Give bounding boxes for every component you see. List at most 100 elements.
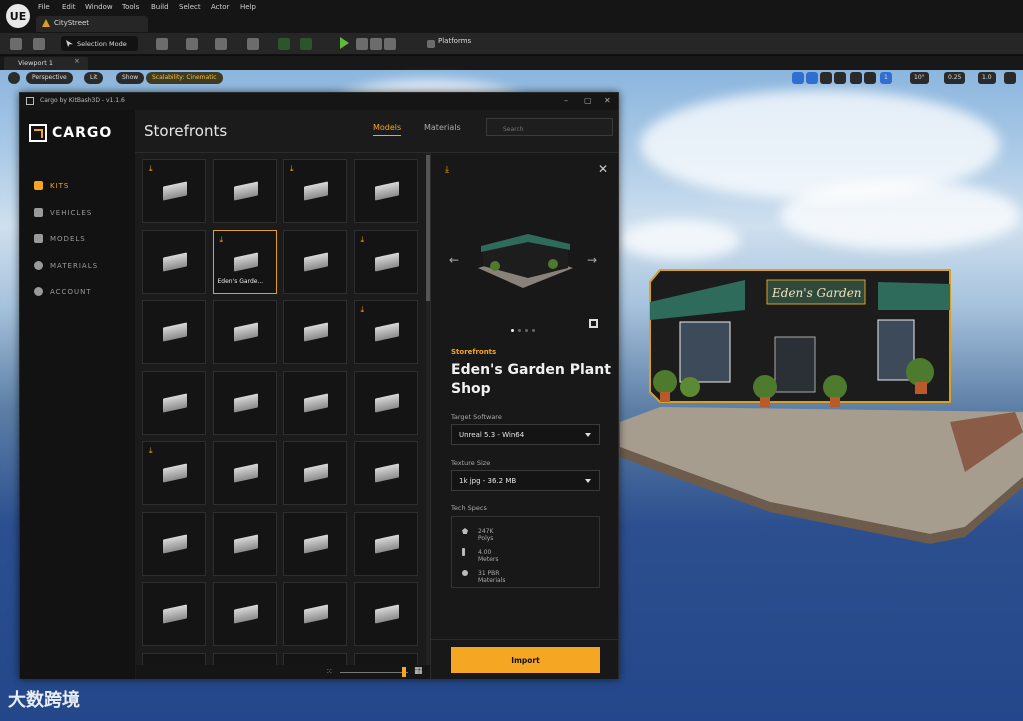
carousel-next-icon[interactable]: → [587,253,597,267]
detail-close-icon[interactable]: ✕ [598,162,608,176]
level-tab[interactable]: CityStreet [36,16,148,32]
menu-window[interactable]: Window [85,3,113,11]
scalability-button[interactable]: Scalability: Cinematic [146,72,223,84]
kit-tile[interactable] [142,511,206,576]
slider-handle[interactable] [402,667,406,677]
fullscreen-icon[interactable] [589,319,598,328]
skip-icon[interactable] [356,38,368,50]
small-grid-icon[interactable]: ⁙ [326,667,333,676]
close-icon[interactable]: × [74,57,80,65]
modes-icon[interactable] [247,38,259,50]
tab-models[interactable]: Models [373,123,402,136]
kit-tile[interactable] [283,652,347,665]
surface-snap-icon[interactable] [864,72,876,84]
thumbnail-size-slider[interactable] [340,672,408,673]
minimize-icon[interactable]: – [564,96,568,105]
tab-materials[interactable]: Materials [424,123,461,132]
menu-actor[interactable]: Actor [211,3,229,11]
menu-file[interactable]: File [38,3,50,11]
kit-tile[interactable] [353,370,418,435]
kit-tile[interactable]: ⤓ [142,159,206,223]
play-icon[interactable] [340,37,349,49]
kit-tile[interactable] [353,441,418,505]
kit-tile[interactable] [142,582,206,646]
kit-tile[interactable] [212,300,277,364]
kit-tile[interactable] [142,229,206,294]
import-button[interactable]: Import [451,647,600,673]
window-close-icon[interactable]: ✕ [604,96,611,105]
kit-tile[interactable] [353,159,418,223]
rotate-tool-icon[interactable] [820,72,832,84]
kit-tile[interactable] [283,300,347,364]
mesh-icon[interactable] [278,38,290,50]
kit-tile[interactable] [353,652,418,665]
camera-speed-value[interactable]: 1.0 [978,72,996,84]
download-icon[interactable]: ⤓ [445,165,449,175]
hamburger-icon[interactable] [8,72,20,84]
kit-tile[interactable] [283,511,347,576]
perspective-button[interactable]: Perspective [26,72,73,84]
kit-tile[interactable]: ⤓ [283,159,347,223]
kit-tile[interactable] [212,159,277,223]
kit-tile[interactable] [353,582,418,646]
blueprint-icon[interactable] [186,38,198,50]
large-grid-icon[interactable]: ▦ [414,666,423,676]
carousel-prev-icon[interactable]: ← [449,253,459,267]
carousel-dot[interactable] [518,329,521,332]
carousel-dot-active[interactable] [511,329,514,332]
kit-tile[interactable] [283,370,347,435]
texture-size-dropdown[interactable]: 1k jpg - 36.2 MB [451,470,600,491]
menu-select[interactable]: Select [179,3,201,11]
kit-tile[interactable]: ⤓ [142,441,206,505]
nanite-icon[interactable] [300,38,312,50]
storefront-model[interactable]: Eden's Garden [620,262,1023,612]
menu-bar: UE File Edit Window Tools Build Select A… [0,0,1023,33]
menu-edit[interactable]: Edit [62,3,76,11]
stop-icon[interactable] [370,38,382,50]
angle-snap-value[interactable]: 10° [910,72,929,84]
kit-tile[interactable]: ⤓ [353,300,418,364]
grid-snap-value[interactable]: 1 [880,72,892,84]
kit-tile[interactable] [142,652,206,665]
kit-tile[interactable] [212,370,277,435]
search-input[interactable] [486,118,613,136]
add-actor-icon[interactable] [156,38,168,50]
kit-tile[interactable] [283,229,347,294]
kit-tile[interactable]: ⤓ Eden's Garde... [212,229,277,294]
kit-tile[interactable] [283,441,347,505]
target-software-dropdown[interactable]: Unreal 5.3 - Win64 [451,424,600,445]
eject-icon[interactable] [384,38,396,50]
move-tool-icon[interactable] [806,72,818,84]
cinematics-icon[interactable] [215,38,227,50]
kit-tile[interactable] [283,582,347,646]
carousel-dot[interactable] [532,329,535,332]
kit-tile[interactable] [353,511,418,576]
kit-tile[interactable] [212,652,277,665]
save-icon[interactable] [10,38,22,50]
carousel-dot[interactable] [525,329,528,332]
scale-snap-value[interactable]: 0.25 [944,72,966,84]
platforms-icon [427,40,435,48]
show-button[interactable]: Show [116,72,145,84]
maximize-icon[interactable] [1004,72,1016,84]
menu-help[interactable]: Help [240,3,256,11]
lit-button[interactable]: Lit [84,72,104,84]
restore-icon[interactable]: ▢ [584,96,592,105]
unreal-logo-icon[interactable]: UE [6,4,30,28]
kit-tile[interactable]: ⤓ [353,229,418,294]
viewport-tab-label: Viewport 1 [18,59,53,67]
platforms-dropdown[interactable]: Platforms [438,37,471,45]
kit-tile[interactable] [212,511,277,576]
kit-tile[interactable] [142,370,206,435]
world-space-icon[interactable] [850,72,862,84]
menu-tools[interactable]: Tools [122,3,139,11]
menu-build[interactable]: Build [151,3,169,11]
scale-tool-icon[interactable] [834,72,846,84]
kit-tile[interactable] [142,300,206,364]
content-browser-icon[interactable] [33,38,45,50]
kit-thumbnail [304,322,328,342]
kit-tile[interactable] [212,582,277,646]
selection-mode-dropdown[interactable]: Selection Mode [61,36,138,51]
select-tool-icon[interactable] [792,72,804,84]
kit-tile[interactable] [212,441,277,505]
